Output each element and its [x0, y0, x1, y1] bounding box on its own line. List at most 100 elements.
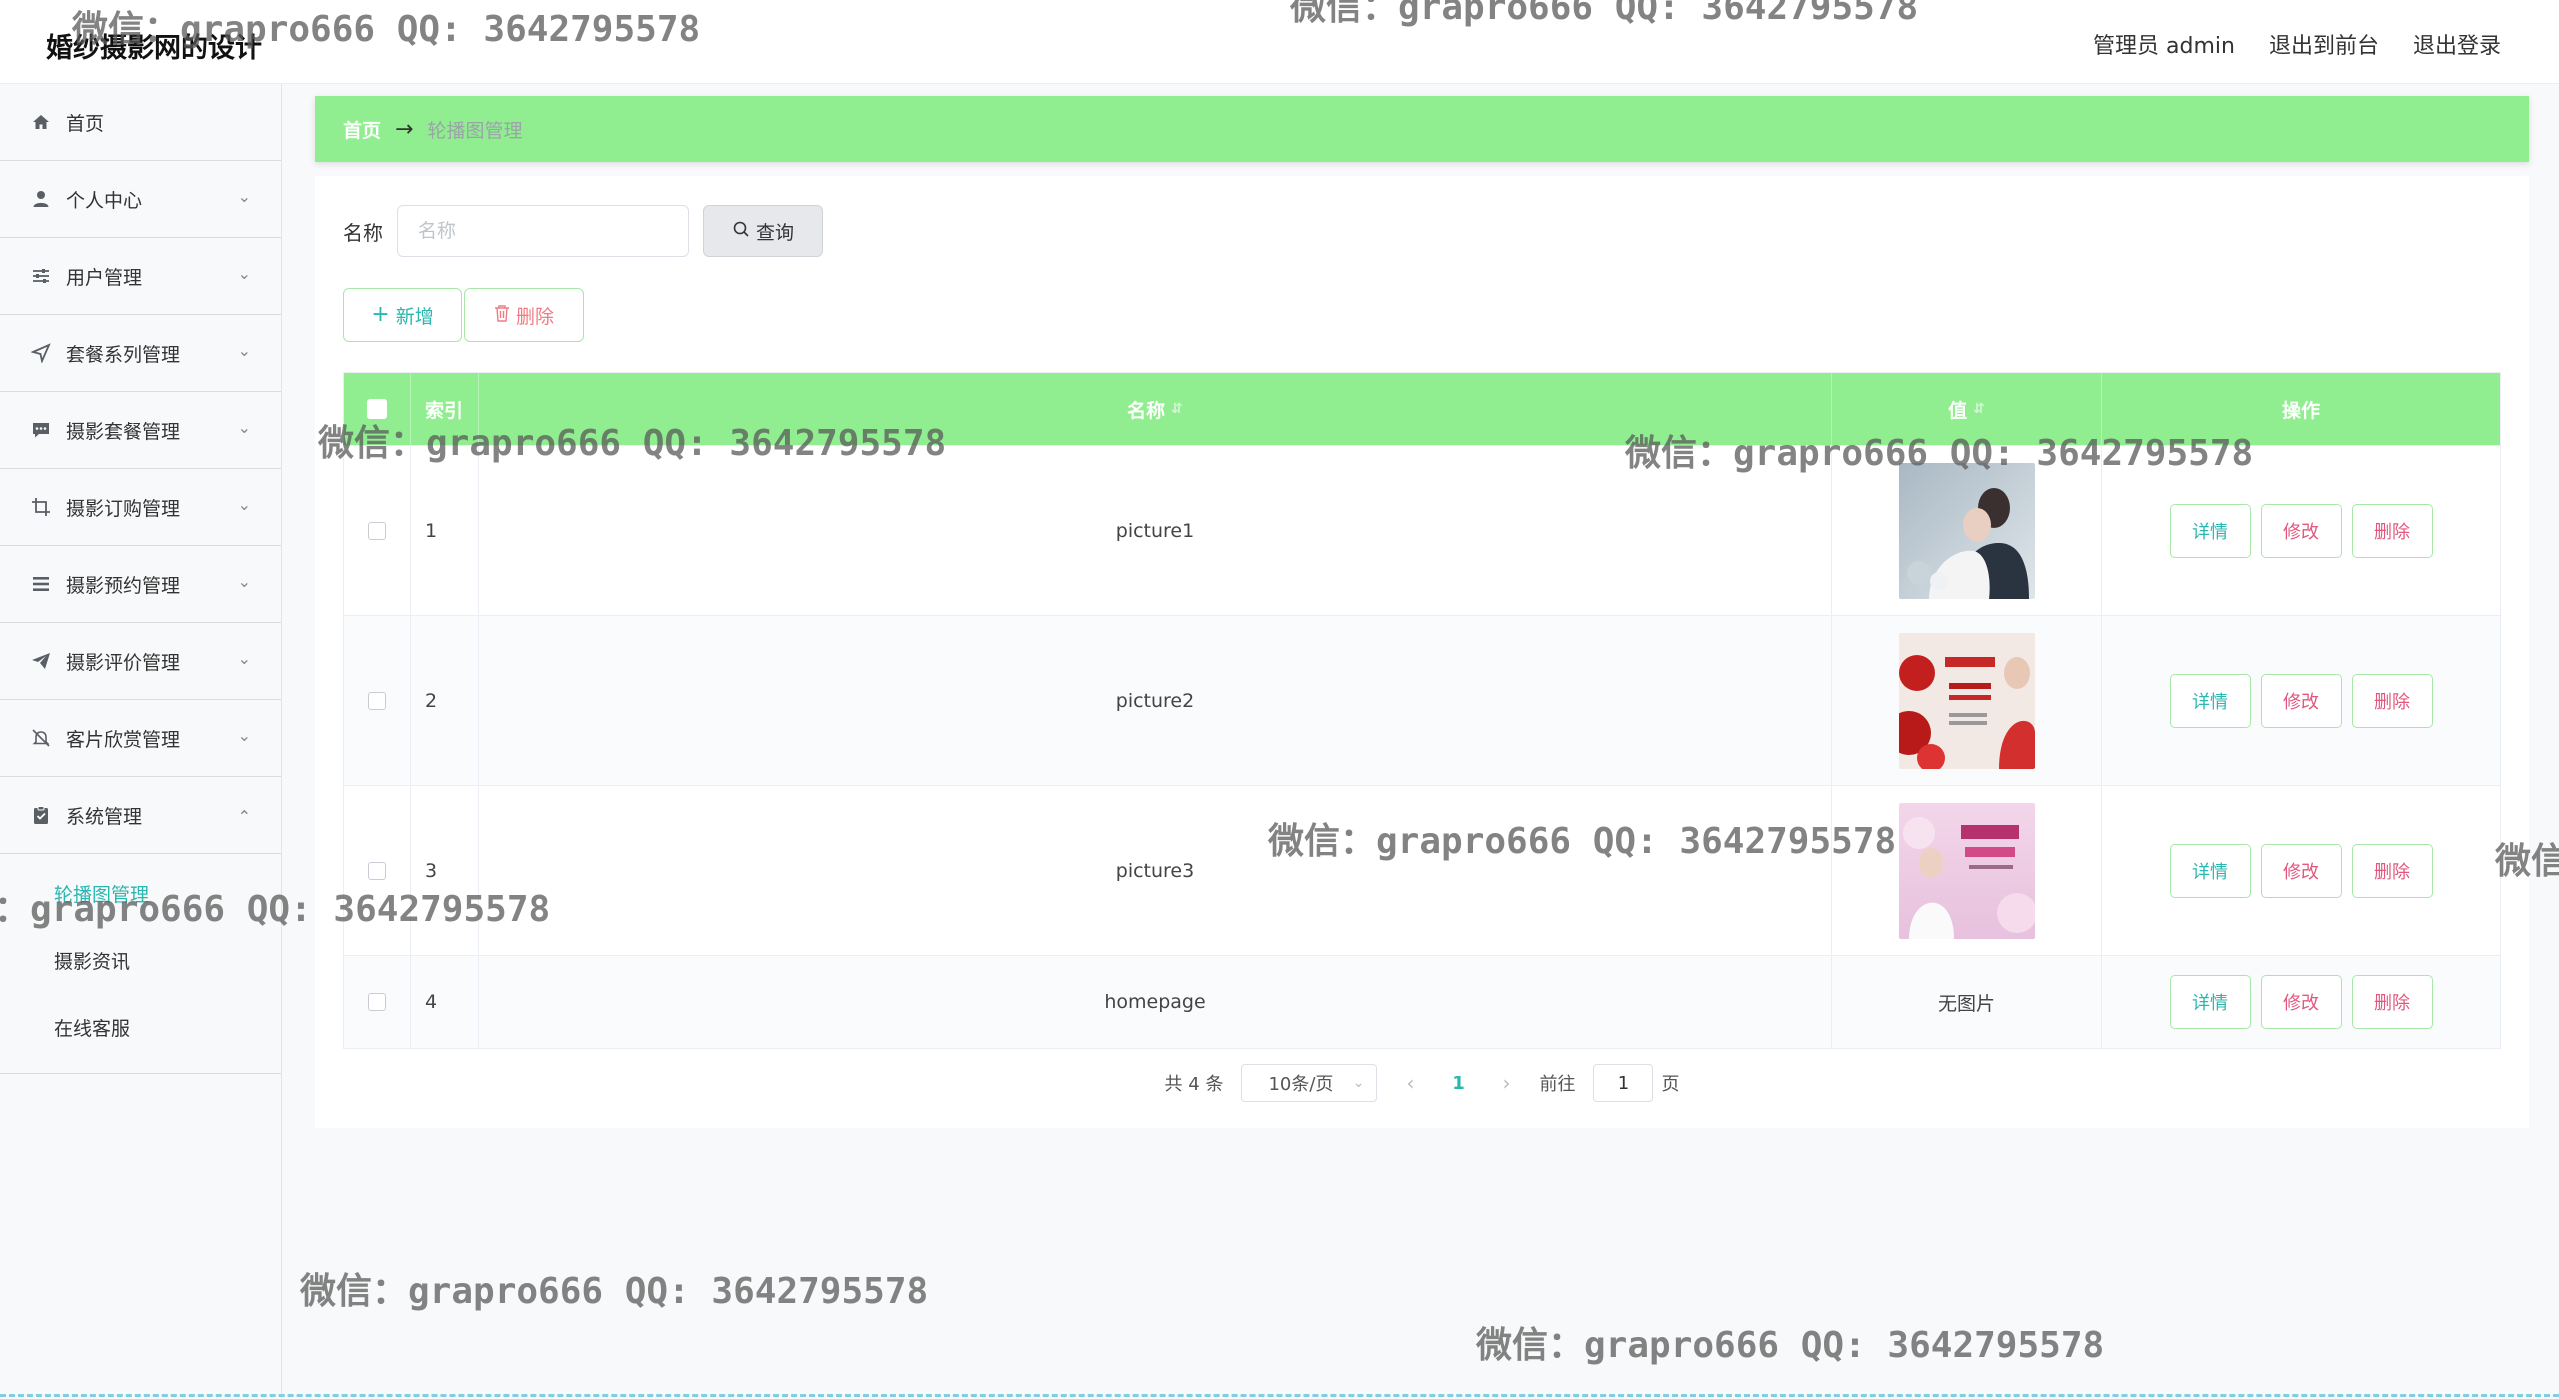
row-checkbox[interactable] [368, 691, 386, 710]
breadcrumb-home[interactable]: 首页 [343, 116, 381, 143]
arrow-right-icon: → [395, 116, 414, 142]
total-count: 共 4 条 [1164, 1074, 1224, 1095]
submenu-photo-news[interactable]: 摄影资讯 [0, 929, 281, 996]
detail-button[interactable]: 详情 [2169, 503, 2251, 558]
edit-button[interactable]: 修改 [2260, 673, 2342, 728]
crop-icon [30, 496, 52, 518]
send-icon [30, 342, 52, 364]
row-name: picture1 [479, 446, 1832, 615]
row-name: picture3 [479, 786, 1832, 955]
detail-button[interactable]: 详情 [2169, 673, 2251, 728]
edit-button[interactable]: 修改 [2260, 843, 2342, 898]
page-number[interactable]: 1 [1443, 1073, 1473, 1094]
chat-icon [30, 419, 52, 441]
sort-icon[interactable]: ⇵ [1973, 401, 1985, 417]
page-suffix: 页 [1661, 1074, 1680, 1095]
row-name: homepage [479, 956, 1832, 1048]
detail-button[interactable]: 详情 [2169, 975, 2251, 1029]
row-value [1832, 446, 2102, 615]
row-checkbox-cell [344, 786, 411, 955]
row-name: picture2 [479, 616, 1832, 785]
sidebar-item-label: 用户管理 [66, 266, 143, 289]
sidebar-item-photo-review[interactable]: 摄影评价管理 ⌄ [0, 623, 281, 700]
edit-button[interactable]: 修改 [2260, 503, 2342, 558]
row-ops: 详情 修改 删除 [2102, 616, 2500, 785]
search-icon [732, 220, 750, 243]
sidebar: 首页 个人中心 ⌄ 用户管理 ⌄ 套餐系列管理 ⌄ 摄影套餐管理 ⌄ 摄影订购管… [0, 84, 282, 1396]
row-checkbox[interactable] [368, 993, 386, 1011]
search-input[interactable] [397, 205, 689, 257]
logout-link[interactable]: 退出登录 [2413, 28, 2501, 60]
chevron-down-icon: ⌄ [237, 495, 251, 514]
admin-user-link[interactable]: 管理员 admin [2093, 28, 2235, 60]
batch-delete-button[interactable]: 删除 [464, 288, 584, 342]
query-button[interactable]: 查询 [703, 205, 823, 257]
sidebar-item-photo-appointment[interactable]: 摄影预约管理 ⌄ [0, 546, 281, 623]
table-header: 索引 名称 ⇵ 值 ⇵ 操作 [344, 373, 2500, 445]
header-name[interactable]: 名称 ⇵ [479, 373, 1832, 445]
sidebar-item-photo-order[interactable]: 摄影订购管理 ⌄ [0, 469, 281, 546]
next-page-icon[interactable]: › [1491, 1071, 1521, 1095]
sidebar-item-label: 摄影预约管理 [66, 574, 181, 597]
header-value[interactable]: 值 ⇵ [1832, 373, 2102, 445]
delete-button[interactable]: 删除 [2351, 673, 2433, 728]
sidebar-item-client-gallery[interactable]: 客片欣赏管理 ⌄ [0, 700, 281, 777]
sidebar-item-package-series[interactable]: 套餐系列管理 ⌄ [0, 315, 281, 392]
prev-page-icon[interactable]: ‹ [1395, 1071, 1425, 1095]
row-checkbox[interactable] [368, 521, 386, 540]
sidebar-item-photo-package[interactable]: 摄影套餐管理 ⌄ [0, 392, 281, 469]
add-button[interactable]: + 新增 [343, 288, 462, 342]
pagination: 共 4 条 10条/页 ⌄ ‹ 1 › 前往 页 [315, 1064, 2529, 1102]
sidebar-item-user-management[interactable]: 用户管理 ⌄ [0, 238, 281, 315]
row-checkbox[interactable] [368, 861, 386, 880]
page-size-select[interactable]: 10条/页 ⌄ [1241, 1064, 1378, 1102]
table-row: 1 picture1 详情 修改 删除 [344, 445, 2500, 615]
chevron-down-icon: ⌄ [1352, 1075, 1365, 1091]
sidebar-item-home[interactable]: 首页 [0, 84, 281, 161]
row-index: 3 [411, 786, 479, 955]
chevron-down-icon: ⌄ [237, 726, 251, 745]
table-row: 3 picture3 详情 修改 删除 [344, 785, 2500, 955]
plus-icon: + [371, 302, 390, 327]
edit-button[interactable]: 修改 [2260, 975, 2342, 1029]
sidebar-item-label: 首页 [66, 112, 105, 135]
sidebar-item-label: 摄影订购管理 [66, 497, 181, 520]
main-panel: 名称 查询 + 新增 删除 索引 名称⇵ 值⇵ 操作 [315, 176, 2529, 1128]
goto-label: 前往 [1539, 1074, 1576, 1095]
user-icon [30, 188, 52, 210]
table-row: 2 picture2 详情 修改 删除 [344, 615, 2500, 785]
carousel-thumbnail-image[interactable] [1898, 632, 2035, 769]
row-value [1832, 616, 2102, 785]
app-title: 婚纱摄影网的设计 [46, 33, 262, 64]
delete-button[interactable]: 删除 [2351, 503, 2433, 558]
detail-button[interactable]: 详情 [2169, 843, 2251, 898]
list-icon [30, 573, 52, 595]
goto-page-input[interactable] [1593, 1064, 1654, 1102]
select-all-checkbox[interactable] [367, 399, 387, 419]
back-to-frontend-link[interactable]: 退出到前台 [2269, 28, 2379, 60]
trash-icon [494, 304, 510, 327]
carousel-thumbnail-image[interactable] [1898, 802, 2035, 939]
sort-icon[interactable]: ⇵ [1171, 401, 1183, 417]
sidebar-item-label: 摄影评价管理 [66, 651, 181, 674]
chevron-down-icon: ⌄ [237, 572, 251, 591]
add-button-label: 新增 [395, 305, 434, 328]
sidebar-item-system[interactable]: 系统管理 ⌃ [0, 777, 281, 854]
table-row: 4 homepage 无图片 详情 修改 删除 [344, 955, 2500, 1048]
action-row: + 新增 删除 [343, 288, 584, 342]
header-index: 索引 [411, 373, 479, 445]
carousel-thumbnail-image[interactable] [1898, 462, 2035, 599]
delete-button[interactable]: 删除 [2351, 843, 2433, 898]
submenu-carousel-management[interactable]: 轮播图管理 [0, 862, 281, 929]
row-index: 2 [411, 616, 479, 785]
sidebar-item-personal-center[interactable]: 个人中心 ⌄ [0, 161, 281, 238]
delete-button[interactable]: 删除 [2351, 975, 2433, 1029]
carousel-table: 索引 名称 ⇵ 值 ⇵ 操作 1 picture1 详情 修改 删除 2 pic… [343, 372, 2501, 1049]
submenu-online-service[interactable]: 在线客服 [0, 996, 281, 1063]
breadcrumb-current: 轮播图管理 [427, 119, 523, 142]
watermark-text: 微信：grapro666 QQ: 3642795578 [300, 1271, 929, 1312]
row-ops: 详情 修改 删除 [2102, 446, 2500, 615]
chevron-down-icon: ⌄ [237, 187, 251, 206]
sidebar-item-label: 客片欣赏管理 [66, 728, 181, 751]
system-submenu: 轮播图管理 摄影资讯 在线客服 [0, 854, 281, 1074]
